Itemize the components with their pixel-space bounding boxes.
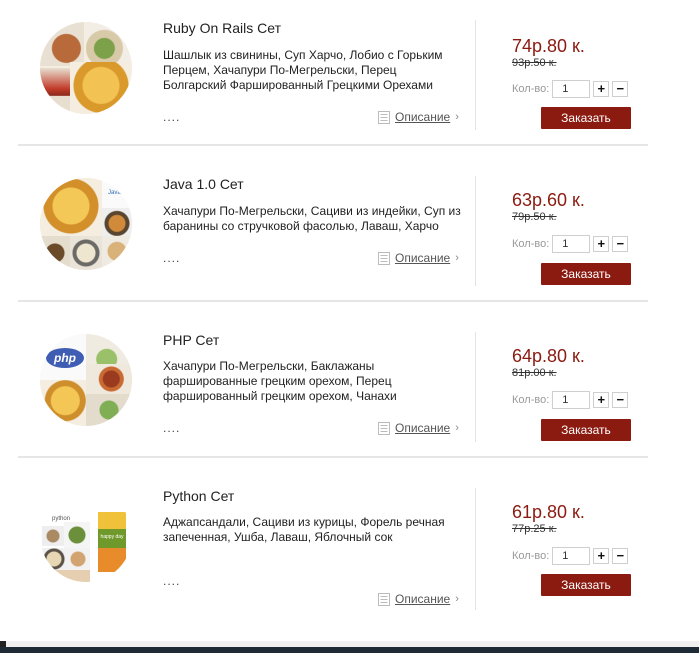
chevron-right-icon: › <box>455 252 459 264</box>
quantity-stepper: Кол-во: 1 + − <box>512 80 629 98</box>
food-photo-tile <box>64 522 90 548</box>
product-old-price: 79р.50 к. <box>512 211 557 223</box>
more-ellipsis: .... <box>163 251 181 265</box>
description-link-label[interactable]: Описание <box>395 592 450 606</box>
quantity-stepper: Кол-во: 1 + − <box>512 391 629 409</box>
product-old-price: 93р.50 к. <box>512 57 557 69</box>
order-button[interactable]: Заказать <box>541 107 631 129</box>
food-photo-tile <box>48 570 90 582</box>
food-photo-tile <box>40 178 102 234</box>
quantity-minus-button[interactable]: − <box>612 392 629 408</box>
quantity-input[interactable]: 1 <box>552 391 591 409</box>
product-composition: Хачапури По-Мегрельски, Сациви из индейк… <box>163 204 461 233</box>
java-logo: Java <box>108 190 121 196</box>
product-image[interactable]: python happy day <box>40 490 132 582</box>
quantity-stepper: Кол-во: 1 + − <box>512 235 629 253</box>
food-photo-tile <box>70 62 132 114</box>
document-icon <box>378 251 390 265</box>
order-button[interactable]: Заказать <box>541 419 631 441</box>
product-image[interactable]: Java <box>40 178 132 270</box>
product-image[interactable]: php <box>40 334 132 426</box>
php-logo-text: php <box>54 351 76 365</box>
product-old-price: 77р.25 к. <box>512 523 557 535</box>
quantity-input[interactable]: 1 <box>552 235 591 253</box>
divider <box>475 488 476 610</box>
food-photo-tile <box>86 364 132 394</box>
divider <box>475 332 476 442</box>
chevron-right-icon: › <box>455 422 459 434</box>
food-photo-tile <box>40 22 84 66</box>
separator <box>18 456 648 458</box>
product-title[interactable]: Ruby On Rails Сет <box>163 20 281 36</box>
quantity-input[interactable]: 1 <box>552 547 591 565</box>
food-photo-tile <box>42 526 64 546</box>
description-link-label[interactable]: Описание <box>395 110 450 124</box>
quantity-label: Кол-во: <box>512 238 550 250</box>
corner-mark <box>0 641 6 647</box>
description-link[interactable]: Описание › <box>378 110 459 124</box>
description-link[interactable]: Описание › <box>378 592 459 606</box>
product-price: 74р.80 к. <box>512 36 585 56</box>
product-price: 61р.80 к. <box>512 502 585 522</box>
quantity-plus-button[interactable]: + <box>593 236 610 252</box>
product-image[interactable] <box>40 22 132 114</box>
product-title[interactable]: Java 1.0 Сет <box>163 176 244 192</box>
product-card: php PHP Сет Хачапури По-Мегрельски, Бакл… <box>18 318 648 458</box>
quantity-minus-button[interactable]: − <box>612 236 629 252</box>
product-title[interactable]: PHP Сет <box>163 332 219 348</box>
food-photo-tile <box>70 236 102 270</box>
document-icon <box>378 110 390 124</box>
quantity-minus-button[interactable]: − <box>612 81 629 97</box>
php-logo: php <box>46 348 84 368</box>
food-photo-tile <box>66 548 90 570</box>
divider <box>475 176 476 286</box>
juice-label: happy day <box>100 534 124 540</box>
food-photo-tile <box>42 548 66 570</box>
document-icon <box>378 421 390 435</box>
description-link-label[interactable]: Описание <box>395 251 450 265</box>
chevron-right-icon: › <box>455 593 459 605</box>
product-composition: Шашлык из свинины, Суп Харчо, Лобио с Го… <box>163 48 443 92</box>
quantity-label: Кол-во: <box>512 550 550 562</box>
description-link[interactable]: Описание › <box>378 421 459 435</box>
description-link[interactable]: Описание › <box>378 251 459 265</box>
order-button[interactable]: Заказать <box>541 263 631 285</box>
quantity-input[interactable]: 1 <box>552 80 591 98</box>
more-ellipsis: .... <box>163 574 181 588</box>
quantity-stepper: Кол-во: 1 + − <box>512 547 629 565</box>
food-photo-tile <box>40 380 86 426</box>
product-price: 63р.60 к. <box>512 190 585 210</box>
juice-carton: happy day <box>98 512 126 572</box>
product-title[interactable]: Python Сет <box>163 488 234 504</box>
food-photo-tile <box>102 208 132 236</box>
quantity-plus-button[interactable]: + <box>593 548 610 564</box>
product-composition: Аджапсандали, Сациви из курицы, Форель р… <box>163 515 445 544</box>
quantity-label: Кол-во: <box>512 394 550 406</box>
quantity-plus-button[interactable]: + <box>593 392 610 408</box>
more-ellipsis: .... <box>163 110 181 124</box>
product-card: Ruby On Rails Сет Шашлык из свинины, Суп… <box>18 6 648 146</box>
quantity-plus-button[interactable]: + <box>593 81 610 97</box>
bottom-bar <box>0 641 699 653</box>
product-card: Java Java 1.0 Сет Хачапури По-Мегрельски… <box>18 162 648 302</box>
food-photo-tile <box>102 236 132 270</box>
quantity-minus-button[interactable]: − <box>612 548 629 564</box>
quantity-label: Кол-во: <box>512 83 550 95</box>
product-old-price: 81р.00 к. <box>512 367 557 379</box>
food-photo-tile <box>40 236 70 270</box>
separator <box>18 300 648 302</box>
document-icon <box>378 592 390 606</box>
product-price: 64р.80 к. <box>512 346 585 366</box>
description-link-label[interactable]: Описание <box>395 421 450 435</box>
product-composition: Хачапури По-Мегрельски, Баклажаны фаршир… <box>163 359 397 403</box>
product-card: python happy day Python Сет Аджапсандали… <box>18 474 648 624</box>
food-photo-tile <box>86 22 132 66</box>
food-photo-tile <box>40 68 70 114</box>
separator <box>18 144 648 146</box>
divider <box>475 20 476 130</box>
chevron-right-icon: › <box>455 111 459 123</box>
food-photo-tile <box>86 394 132 426</box>
order-button[interactable]: Заказать <box>541 574 631 596</box>
more-ellipsis: .... <box>163 421 181 435</box>
